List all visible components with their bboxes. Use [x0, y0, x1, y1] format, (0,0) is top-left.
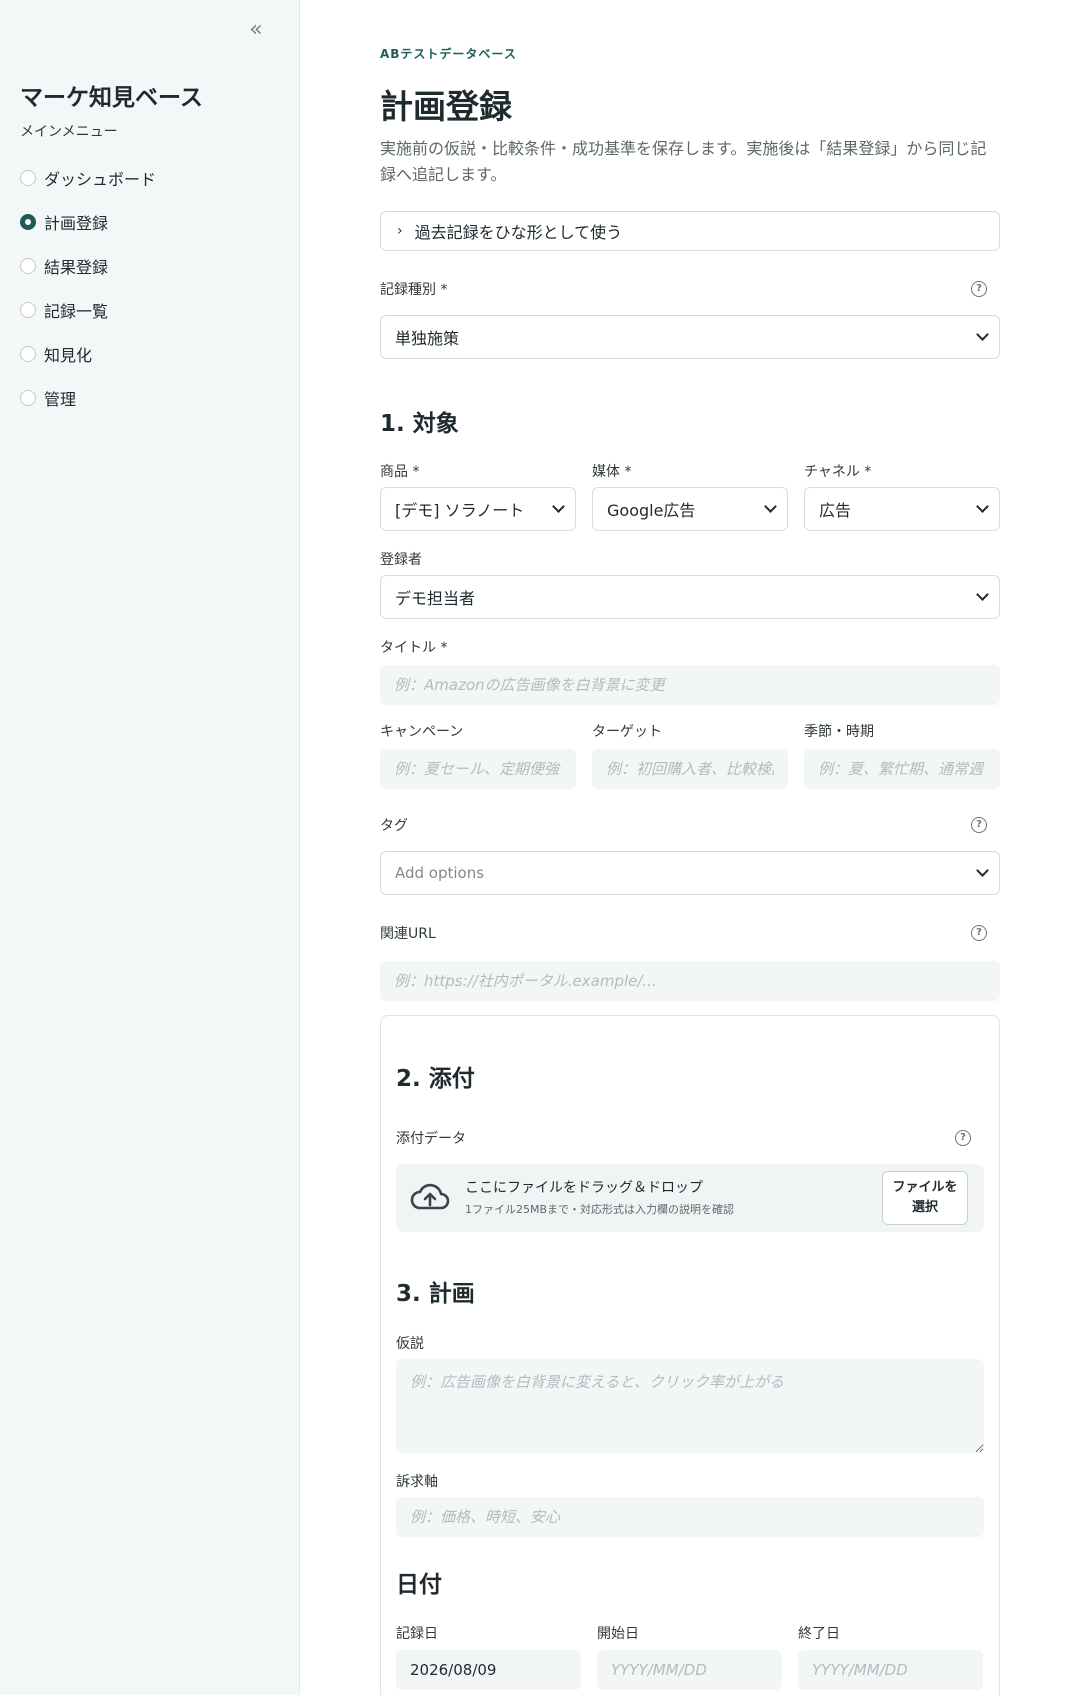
end-date-input[interactable] — [798, 1650, 983, 1690]
registrant-label: 登録者 — [380, 552, 422, 568]
chevron-down-icon — [976, 588, 989, 601]
help-icon[interactable]: ? — [971, 281, 987, 297]
chevron-right-icon: › — [397, 223, 403, 239]
page-description: 実施前の仮説・比較条件・成功基準を保存します。実施後は「結果登録」から同じ記録へ… — [380, 139, 987, 184]
nav-item-label: 記録一覧 — [44, 302, 109, 321]
nav-item-plan-register[interactable]: 計画登録 — [20, 200, 156, 244]
product-select[interactable]: [デモ] ソラノート — [380, 487, 576, 531]
attachments-label: 添付データ — [396, 1131, 466, 1147]
main-nav: ダッシュボード 計画登録 結果登録 記録一覧 知見化 管理 — [20, 156, 156, 420]
nav-item-record-list[interactable]: 記録一覧 — [20, 288, 156, 332]
end-date-label: 終了日 — [798, 1626, 840, 1642]
title-label: タイトル * — [380, 640, 448, 656]
radio-icon — [20, 170, 36, 186]
expander-label: 過去記録をひな形として使う — [414, 223, 623, 242]
media-label: 媒体 * — [592, 464, 632, 480]
nav-item-result-register[interactable]: 結果登録 — [20, 244, 156, 288]
chevron-down-icon — [976, 864, 989, 877]
dropzone-instruction: ここにファイルをドラッグ＆ドロップ — [465, 1180, 703, 1196]
sidebar: « マーケ知見ベース メインメニュー ダッシュボード 計画登録 結果登録 記録一… — [0, 0, 300, 1695]
channel-select[interactable]: 広告 — [804, 487, 1000, 531]
record-type-label: 記録種別 * — [380, 282, 448, 298]
chevron-down-icon — [552, 500, 565, 513]
title-input[interactable] — [380, 665, 1000, 705]
help-icon[interactable]: ? — [971, 817, 987, 833]
radio-selected-icon — [20, 214, 36, 230]
section-heading-plan: 3. 計画 — [396, 1281, 475, 1307]
campaign-input[interactable] — [380, 749, 576, 789]
radio-icon — [20, 302, 36, 318]
menu-caption: メインメニュー — [20, 124, 118, 140]
season-input[interactable] — [804, 749, 1000, 789]
url-input[interactable] — [380, 961, 1000, 1001]
chevron-down-icon — [764, 500, 777, 513]
template-expander[interactable]: › 過去記録をひな形として使う — [380, 211, 1000, 251]
nav-item-label: 知見化 — [44, 346, 93, 365]
target-input[interactable] — [592, 749, 788, 789]
season-label: 季節・時期 — [804, 724, 874, 740]
url-label: 関連URL — [380, 926, 436, 942]
hypothesis-label: 仮説 — [396, 1336, 424, 1352]
media-select[interactable]: Google広告 — [592, 487, 788, 531]
nav-item-label: 計画登録 — [44, 214, 109, 233]
nav-item-dashboard[interactable]: ダッシュボード — [20, 156, 156, 200]
select-value: 広告 — [819, 501, 852, 520]
section-heading-target: 1. 対象 — [380, 411, 459, 437]
start-date-input[interactable] — [597, 1650, 782, 1690]
tags-multiselect[interactable]: Add options — [380, 851, 1000, 895]
registrant-select[interactable]: デモ担当者 — [380, 575, 1000, 619]
cloud-upload-icon — [410, 1183, 450, 1210]
radio-icon — [20, 390, 36, 406]
nav-item-admin[interactable]: 管理 — [20, 376, 156, 420]
help-icon[interactable]: ? — [971, 925, 987, 941]
file-dropzone[interactable]: ここにファイルをドラッグ＆ドロップ 1ファイル25MBまで・対応形式は入力欄の説… — [396, 1164, 984, 1232]
appeal-label: 訴求軸 — [396, 1474, 438, 1490]
page-title: 計画登録 — [380, 87, 512, 126]
chevron-down-icon — [976, 500, 989, 513]
nav-item-label: ダッシュボード — [44, 170, 157, 189]
tags-label: タグ — [380, 818, 408, 834]
section-heading-attachments: 2. 添付 — [396, 1066, 475, 1092]
record-type-select[interactable]: 単独施策 — [380, 315, 1000, 359]
select-value: デモ担当者 — [395, 589, 476, 608]
record-date-input[interactable] — [396, 1650, 581, 1690]
page-eyebrow: ABテストデータベース — [380, 47, 517, 61]
product-label: 商品 * — [380, 464, 420, 480]
appeal-input[interactable] — [396, 1497, 984, 1537]
radio-icon — [20, 258, 36, 274]
start-date-label: 開始日 — [597, 1626, 639, 1642]
browse-files-label-1: ファイルを — [892, 1180, 958, 1195]
help-icon[interactable]: ? — [955, 1130, 971, 1146]
browse-files-button[interactable]: ファイルを 選択 — [882, 1171, 968, 1225]
channel-label: チャネル * — [804, 464, 872, 480]
nav-item-insights[interactable]: 知見化 — [20, 332, 156, 376]
select-value: [デモ] ソラノート — [395, 501, 525, 520]
browse-files-label-2: 選択 — [911, 1200, 938, 1215]
radio-icon — [20, 346, 36, 362]
record-date-label: 記録日 — [396, 1626, 438, 1642]
nav-item-label: 結果登録 — [44, 258, 109, 277]
select-value: Google広告 — [607, 501, 696, 520]
select-placeholder: Add options — [395, 864, 485, 882]
collapse-sidebar-button[interactable]: « — [244, 18, 268, 42]
target-label: ターゲット — [592, 724, 662, 740]
campaign-label: キャンペーン — [380, 724, 464, 740]
app-title: マーケ知見ベース — [20, 85, 203, 111]
dropzone-limits: 1ファイル25MBまで・対応形式は入力欄の説明を確認 — [465, 1203, 735, 1216]
select-value: 単独施策 — [395, 329, 460, 348]
hypothesis-textarea[interactable] — [396, 1359, 984, 1453]
section-heading-dates: 日付 — [396, 1572, 442, 1598]
nav-item-label: 管理 — [44, 390, 77, 409]
chevron-down-icon — [976, 328, 989, 341]
form-card — [380, 1015, 1000, 1695]
